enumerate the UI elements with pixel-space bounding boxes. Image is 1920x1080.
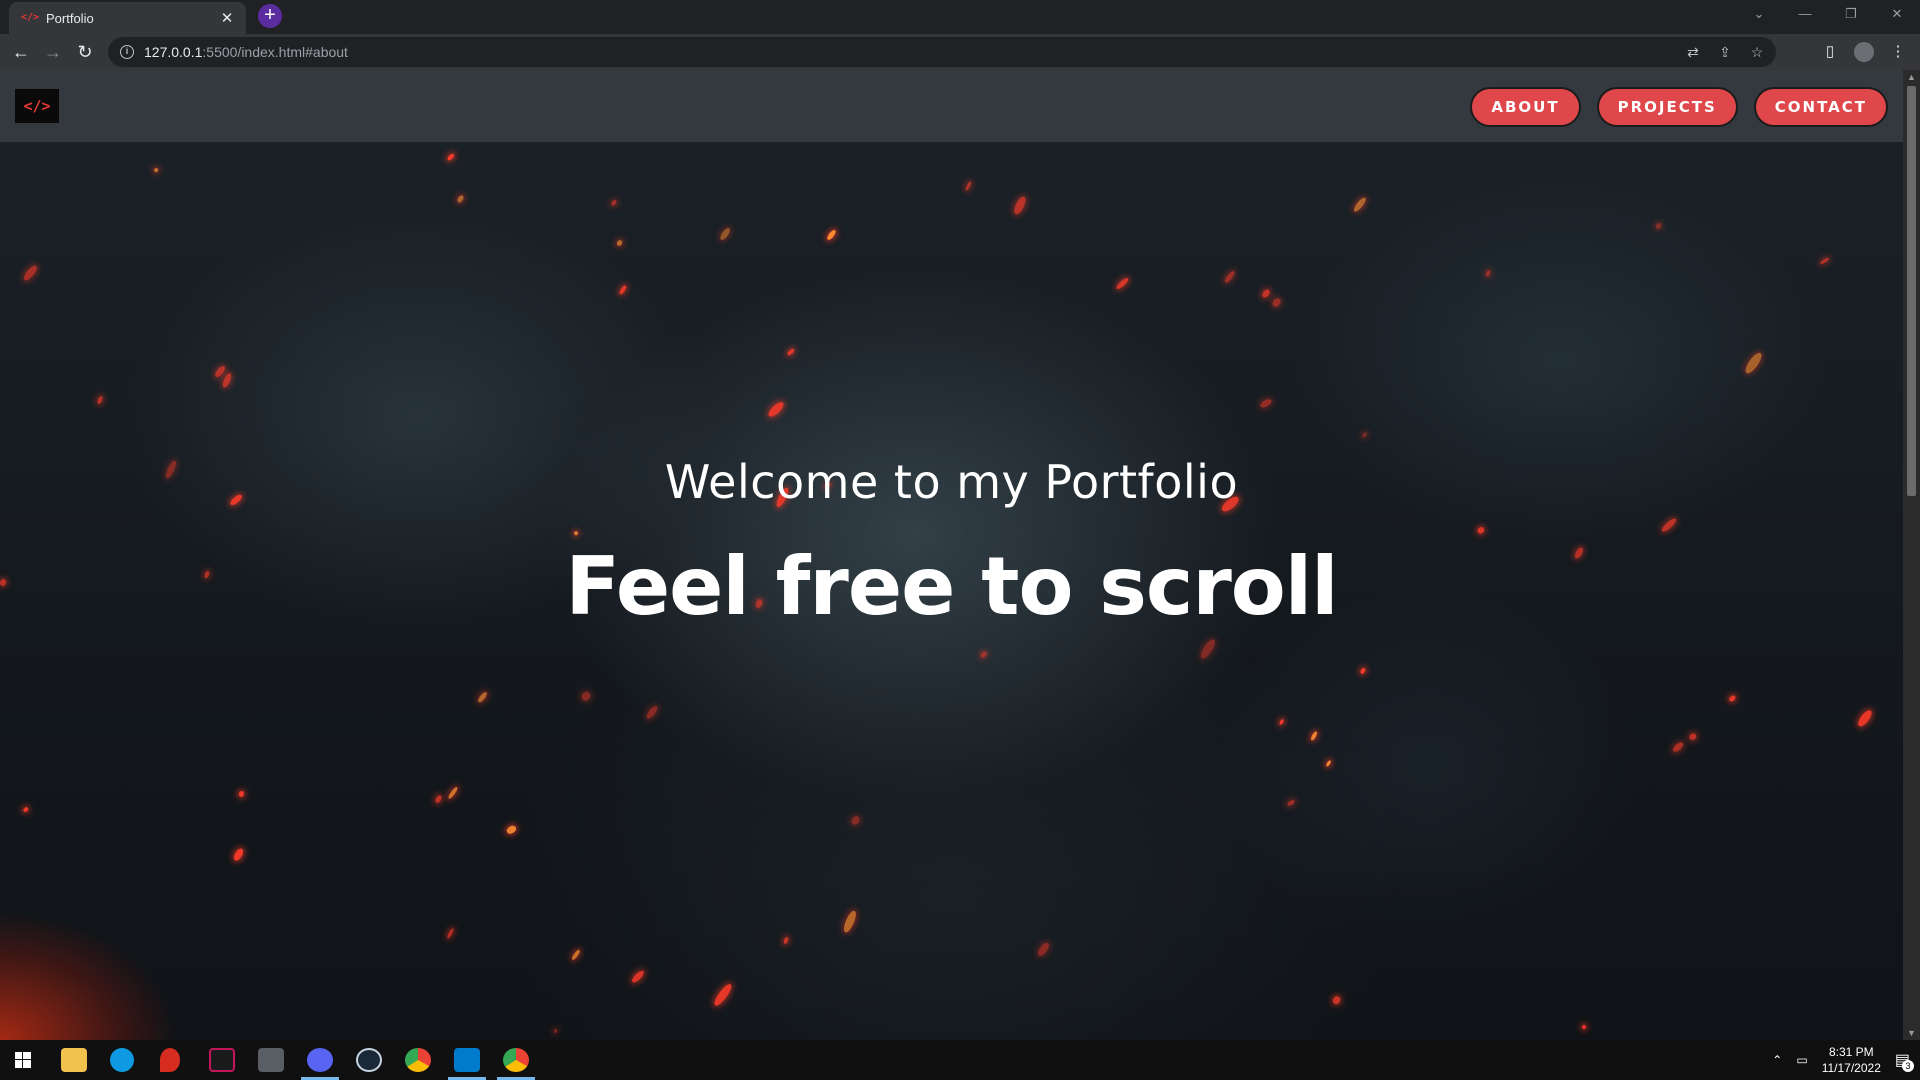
- scroll-down-icon[interactable]: ▼: [1903, 1026, 1920, 1040]
- browser-toolbar: ← → ↻ i 127.0.0.1:5500/index.html#about …: [0, 34, 1920, 70]
- url-host: 127.0.0.1: [144, 44, 203, 60]
- chrome-profile-icon[interactable]: [503, 1048, 529, 1072]
- profile-avatar[interactable]: [1854, 40, 1874, 64]
- notification-count: 3: [1902, 1060, 1914, 1072]
- network-icon[interactable]: ▭: [1796, 1053, 1807, 1067]
- vivaldi-icon[interactable]: [209, 1048, 235, 1072]
- windows-start-icon[interactable]: [10, 1048, 36, 1072]
- chrome-icon[interactable]: [405, 1048, 431, 1072]
- steam-icon[interactable]: [356, 1048, 382, 1072]
- file-explorer-icon[interactable]: [61, 1048, 87, 1072]
- unity-icon[interactable]: [258, 1048, 284, 1072]
- address-bar[interactable]: i 127.0.0.1:5500/index.html#about ⇄ ⇪ ☆: [108, 37, 1776, 67]
- forward-arrow-icon[interactable]: →: [41, 40, 65, 64]
- site-nav: ABOUT PROJECTS CONTACT: [1470, 87, 1888, 127]
- url-path: :5500/index.html#about: [202, 44, 348, 60]
- url-text[interactable]: 127.0.0.1:5500/index.html#about: [144, 44, 348, 60]
- hero-subtitle: Welcome to my Portfolio: [664, 455, 1239, 509]
- clock[interactable]: 8:31 PM 11/17/2022: [1822, 1044, 1881, 1076]
- site-logo[interactable]: </>: [15, 89, 59, 123]
- clock-date: 11/17/2022: [1821, 1061, 1881, 1075]
- hero-title: Feel free to scroll: [565, 540, 1338, 633]
- translate-icon[interactable]: ⇄: [1684, 42, 1702, 62]
- nav-projects-button[interactable]: PROJECTS: [1596, 87, 1738, 127]
- site-info-icon[interactable]: i: [120, 45, 134, 59]
- close-tab-icon[interactable]: ✕: [218, 9, 236, 27]
- discord-icon[interactable]: [307, 1048, 333, 1072]
- browser-titlebar: </> Portfolio ✕ + ⌄ — ❐ ✕: [0, 0, 1920, 34]
- site-header: </> ABOUT PROJECTS CONTACT: [0, 70, 1903, 142]
- nav-about-button[interactable]: ABOUT: [1470, 87, 1581, 127]
- system-tray: ⌃ ▭ 8:31 PM 11/17/2022 ▤ 3: [1772, 1040, 1914, 1080]
- window-controls: ⌄ — ❐ ✕: [1736, 0, 1920, 30]
- back-arrow-icon[interactable]: ←: [9, 40, 33, 64]
- side-panel-icon[interactable]: ▯: [1820, 40, 1840, 64]
- browser-tab[interactable]: </> Portfolio ✕: [9, 2, 246, 34]
- code-favicon-icon: </>: [21, 12, 40, 23]
- page-scrollbar[interactable]: ▲ ▼: [1903, 70, 1920, 1040]
- reload-icon[interactable]: ↻: [73, 40, 97, 64]
- omnibox-actions: ⇄ ⇪ ☆: [1684, 42, 1766, 62]
- notifications-icon[interactable]: ▤ 3: [1895, 1050, 1914, 1072]
- new-tab-button[interactable]: +: [258, 4, 282, 28]
- skype-icon[interactable]: [110, 1048, 134, 1072]
- close-window-icon[interactable]: ✕: [1874, 0, 1920, 30]
- minimize-icon[interactable]: —: [1782, 0, 1828, 30]
- vscode-icon[interactable]: [454, 1048, 480, 1072]
- menu-kebab-icon[interactable]: ⋮: [1888, 40, 1908, 64]
- restore-icon[interactable]: ❐: [1828, 0, 1874, 30]
- scroll-thumb[interactable]: [1907, 86, 1916, 496]
- tab-search-icon[interactable]: ⌄: [1736, 0, 1782, 30]
- nav-contact-button[interactable]: CONTACT: [1753, 87, 1888, 127]
- hero-section: Welcome to my Portfolio Feel free to scr…: [0, 70, 1903, 1040]
- scroll-up-icon[interactable]: ▲: [1903, 70, 1920, 84]
- taskbar: ⌃ ▭ 8:31 PM 11/17/2022 ▤ 3: [0, 1040, 1920, 1080]
- clock-time: 8:31 PM: [1828, 1045, 1874, 1059]
- page-viewport: Welcome to my Portfolio Feel free to scr…: [0, 70, 1903, 1040]
- show-hidden-icons-icon[interactable]: ⌃: [1772, 1053, 1782, 1067]
- tab-title: Portfolio: [46, 10, 94, 26]
- maps-pin-icon[interactable]: [160, 1048, 180, 1072]
- bookmark-star-icon[interactable]: ☆: [1748, 42, 1766, 62]
- toolbar-actions: ▯ ⋮: [1820, 40, 1908, 64]
- share-icon[interactable]: ⇪: [1716, 42, 1734, 62]
